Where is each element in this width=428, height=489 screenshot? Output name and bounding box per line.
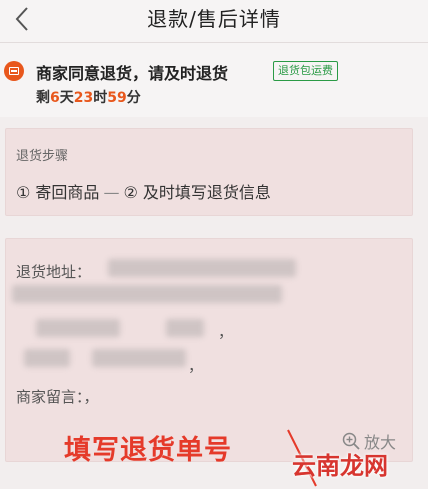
redacted-address-line-3a <box>36 319 120 337</box>
return-shipping-badge: 退货包运费 <box>273 61 338 81</box>
step-separator: — <box>103 183 120 202</box>
page-title: 退款/售后详情 <box>147 7 281 31</box>
phone-comma: ， <box>188 357 204 375</box>
top-bar: 退款/售后详情 <box>0 0 428 43</box>
steps-label: 退货步骤 <box>16 149 69 164</box>
countdown-hours: 23 <box>73 90 94 106</box>
countdown-days: 6 <box>50 90 60 106</box>
redacted-phone-a <box>24 349 70 367</box>
redacted-address-line-1 <box>108 259 296 277</box>
refund-status-section: 商家同意退货，请及时退货 退货包运费 剩6天23时59分 <box>0 43 428 117</box>
countdown: 剩6天23时59分 <box>36 87 141 107</box>
redacted-address-line-2 <box>12 285 282 303</box>
return-steps-card: 退货步骤 ① 寄回商品 — ② 及时填写退货信息 <box>5 128 413 216</box>
countdown-days-unit: 天 <box>59 90 74 106</box>
redacted-address-line-3b <box>166 319 204 337</box>
redacted-phone-b <box>92 349 186 367</box>
step-2: ② 及时填写退货信息 <box>123 183 271 202</box>
status-title: 商家同意退货，请及时退货 <box>36 64 229 83</box>
countdown-minutes-unit: 分 <box>126 90 141 106</box>
countdown-hours-unit: 时 <box>93 90 108 106</box>
merchant-note: 商家留言：， <box>16 388 99 406</box>
address-comma: ， <box>218 323 234 341</box>
watermark: 云南龙网 <box>292 452 388 480</box>
address-label: 退货地址： <box>16 263 92 281</box>
countdown-minutes: 59 <box>107 90 127 106</box>
return-box-icon <box>4 61 24 81</box>
steps-text: ① 寄回商品 — ② 及时填写退货信息 <box>16 179 271 203</box>
step-1: ① 寄回商品 <box>16 183 100 202</box>
countdown-prefix: 剩 <box>36 90 50 106</box>
annotation-text: 填写退货单号 <box>64 435 232 466</box>
